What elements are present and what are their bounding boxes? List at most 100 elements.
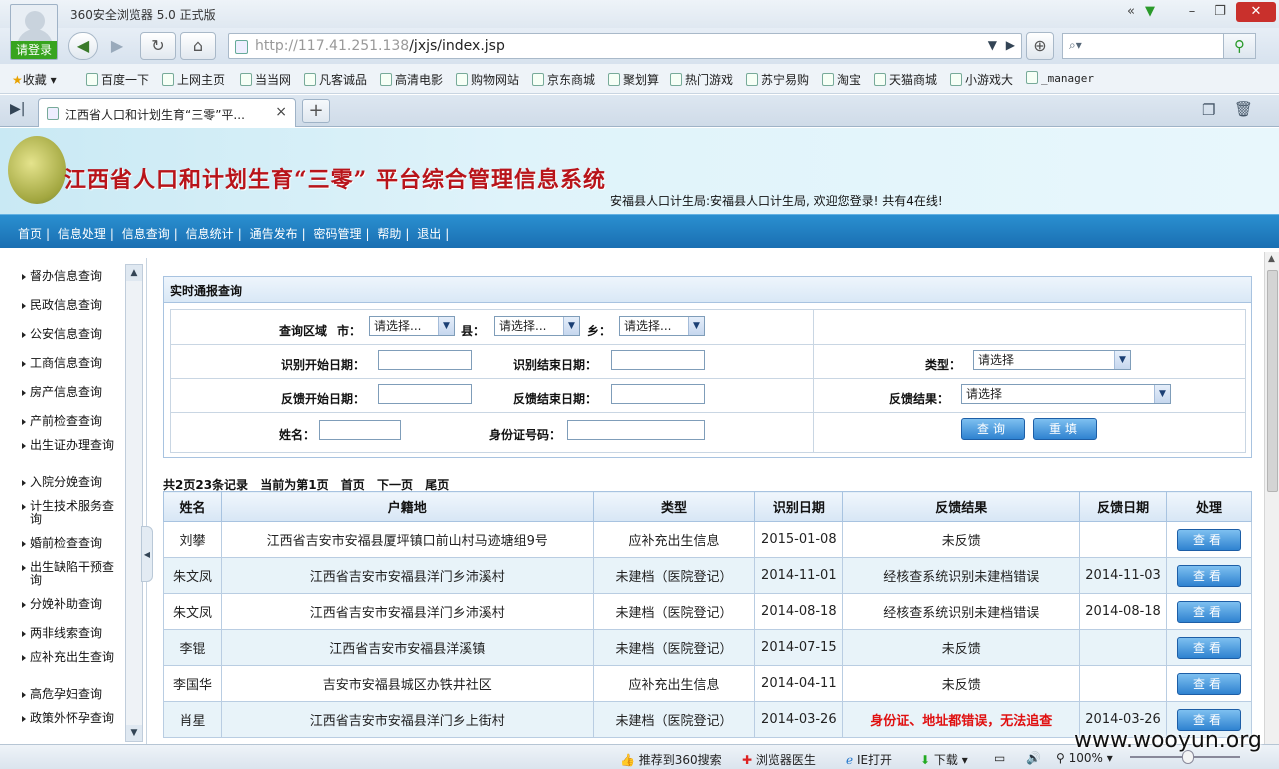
sidebar-item[interactable]: 工商信息查询 <box>22 357 118 370</box>
favorites-menu[interactable]: ★收藏 ▾ <box>12 71 57 88</box>
menu-notice[interactable]: 通告发布 <box>250 227 298 241</box>
township-select[interactable]: 请选择... ▼ <box>619 316 705 336</box>
fav-item[interactable]: 京东商城 <box>532 71 595 88</box>
menu-logout[interactable]: 退出 <box>417 227 441 241</box>
id-end-date-input[interactable] <box>611 350 705 370</box>
view-button[interactable]: 查看 <box>1177 528 1242 551</box>
fav-item[interactable]: 聚划算 <box>608 71 659 88</box>
sidebar-item[interactable]: 政策外怀孕查询 <box>22 712 118 725</box>
back-icon[interactable]: ◀ <box>68 32 98 60</box>
window-icon[interactable]: ▭ <box>994 751 1005 765</box>
fav-item[interactable]: 热门游戏 <box>670 71 733 88</box>
sidebar-item[interactable]: 产前检查查询 <box>22 415 118 428</box>
scroll-up-icon[interactable]: ▲ <box>126 265 142 281</box>
pager-first-link[interactable]: 首页 <box>341 478 365 492</box>
search-box[interactable]: ⌕▾ ⚲ <box>1062 33 1256 59</box>
trash-icon[interactable]: 🗑 <box>1234 100 1253 118</box>
search-icon[interactable]: ⚲ <box>1223 34 1255 58</box>
sidebar-item[interactable]: 房产信息查询 <box>22 386 118 399</box>
login-button[interactable]: 请登录 <box>11 41 57 59</box>
sidebar-item[interactable]: 督办信息查询 <box>22 270 118 283</box>
speaker-icon[interactable]: 🔊 <box>1026 751 1041 765</box>
reset-button[interactable]: 重填 <box>1033 418 1097 440</box>
address-bar[interactable]: http://117.41.251.138/jxjs/index.jsp ▼ ▶ <box>228 33 1022 59</box>
name-input[interactable] <box>319 420 401 440</box>
search-engine-icon[interactable]: ⌕▾ <box>1069 38 1082 53</box>
fb-start-date-input[interactable] <box>378 384 472 404</box>
zoom-control[interactable]: ⚲ 100% ▾ <box>1056 751 1113 765</box>
county-select[interactable]: 请选择... ▼ <box>494 316 580 336</box>
menu-info-process[interactable]: 信息处理 <box>58 227 106 241</box>
result-select[interactable]: 请选择 ▼ <box>961 384 1171 404</box>
recommend-link[interactable]: 👍 推荐到360搜索 <box>620 751 722 768</box>
pager-last-link[interactable]: 尾页 <box>425 478 449 492</box>
fav-item[interactable]: 当当网 <box>240 71 291 88</box>
sidebar-item[interactable]: 计生技术服务查询 <box>22 500 118 526</box>
id-start-date-input[interactable] <box>378 350 472 370</box>
view-button[interactable]: 查看 <box>1177 636 1242 659</box>
city-select[interactable]: 请选择... ▼ <box>369 316 455 336</box>
page-scrollbar[interactable]: ▲ <box>1264 252 1279 744</box>
fav-item[interactable]: 天猫商城 <box>874 71 937 88</box>
scroll-up-icon[interactable]: ▲ <box>1268 254 1275 264</box>
fav-item[interactable]: 百度一下 <box>86 71 149 88</box>
menu-password[interactable]: 密码管理 <box>313 227 361 241</box>
sidebar-item[interactable]: 公安信息查询 <box>22 328 118 341</box>
menu-info-query[interactable]: 信息查询 <box>122 227 170 241</box>
type-select[interactable]: 请选择 ▼ <box>973 350 1131 370</box>
fav-item[interactable]: 小游戏大 <box>950 71 1013 88</box>
download-link[interactable]: ⬇ 下载 ▾ <box>920 751 968 768</box>
address-url[interactable]: http://117.41.251.138/jxjs/index.jsp <box>255 38 505 54</box>
maximize-icon[interactable]: ❐ <box>1208 2 1232 22</box>
fb-end-date-input[interactable] <box>611 384 705 404</box>
sidebar-item[interactable]: 高危孕妇查询 <box>22 688 118 701</box>
restore-tab-icon[interactable]: ❐ <box>1202 101 1215 119</box>
home-icon[interactable]: ⌂ <box>180 32 216 60</box>
minimize-icon[interactable]: – <box>1180 2 1204 22</box>
view-button[interactable]: 查看 <box>1177 672 1242 695</box>
shield-icon[interactable]: ⊕ <box>1026 32 1054 60</box>
menu-help[interactable]: 帮助 <box>377 227 401 241</box>
menu-home[interactable]: 首页 <box>18 227 42 241</box>
restore-icon[interactable]: « <box>1124 2 1138 22</box>
ie-open-link[interactable]: ℯ IE打开 <box>846 751 892 768</box>
sidebar-item[interactable]: 婚前检查查询 <box>22 537 118 550</box>
refresh-icon[interactable]: ↻ <box>140 32 176 60</box>
fav-item[interactable]: 高清电影 <box>380 71 443 88</box>
doctor-link[interactable]: ✚ 浏览器医生 <box>742 751 816 768</box>
fav-item[interactable]: 淘宝 <box>822 71 861 88</box>
forward-icon[interactable]: ▶ <box>102 32 132 60</box>
close-window-icon[interactable]: ✕ <box>1236 2 1276 22</box>
scroll-thumb[interactable] <box>1267 270 1278 492</box>
fav-item[interactable]: 购物网站 <box>456 71 519 88</box>
user-avatar[interactable]: 请登录 <box>10 4 58 60</box>
pager-next-link[interactable]: 下一页 <box>377 478 413 492</box>
menu-info-stats[interactable]: 信息统计 <box>186 227 234 241</box>
fav-item[interactable]: _manager <box>1026 71 1094 85</box>
tab-active[interactable]: 江西省人口和计划生育“三零”平... × <box>38 98 296 127</box>
view-button[interactable]: 查看 <box>1177 600 1242 623</box>
collapse-sidebar-icon[interactable]: ◀ <box>141 526 153 582</box>
search-button[interactable]: 查询 <box>961 418 1025 440</box>
idcard-input[interactable] <box>567 420 705 440</box>
sidebar-item[interactable]: 分娩补助查询 <box>22 598 118 611</box>
sidebar-item[interactable]: 入院分娩查询 <box>22 476 118 489</box>
page-icon <box>304 73 316 86</box>
sidebar-scrollbar[interactable]: ▲ ▼ <box>125 264 143 742</box>
dropdown-icon[interactable]: ▼ <box>988 38 997 52</box>
shirt-icon[interactable]: ▼ <box>1142 2 1158 22</box>
new-tab-button[interactable]: + <box>302 99 330 123</box>
go-icon[interactable]: ▶ <box>1006 38 1015 52</box>
sidebar-toggle-icon[interactable]: ▶| <box>10 101 25 117</box>
close-tab-icon[interactable]: × <box>275 104 287 120</box>
scroll-down-icon[interactable]: ▼ <box>126 725 142 741</box>
sidebar-item[interactable]: 出生缺陷干预查询 <box>22 561 118 587</box>
fav-item[interactable]: 上网主页 <box>162 71 225 88</box>
sidebar-item[interactable]: 出生证办理查询 <box>22 439 118 452</box>
sidebar-item[interactable]: 两非线索查询 <box>22 627 118 640</box>
fav-item[interactable]: 凡客诚品 <box>304 71 367 88</box>
sidebar-item[interactable]: 民政信息查询 <box>22 299 118 312</box>
fav-item[interactable]: 苏宁易购 <box>746 71 809 88</box>
view-button[interactable]: 查看 <box>1177 564 1242 587</box>
sidebar-item[interactable]: 应补充出生查询 <box>22 651 118 664</box>
